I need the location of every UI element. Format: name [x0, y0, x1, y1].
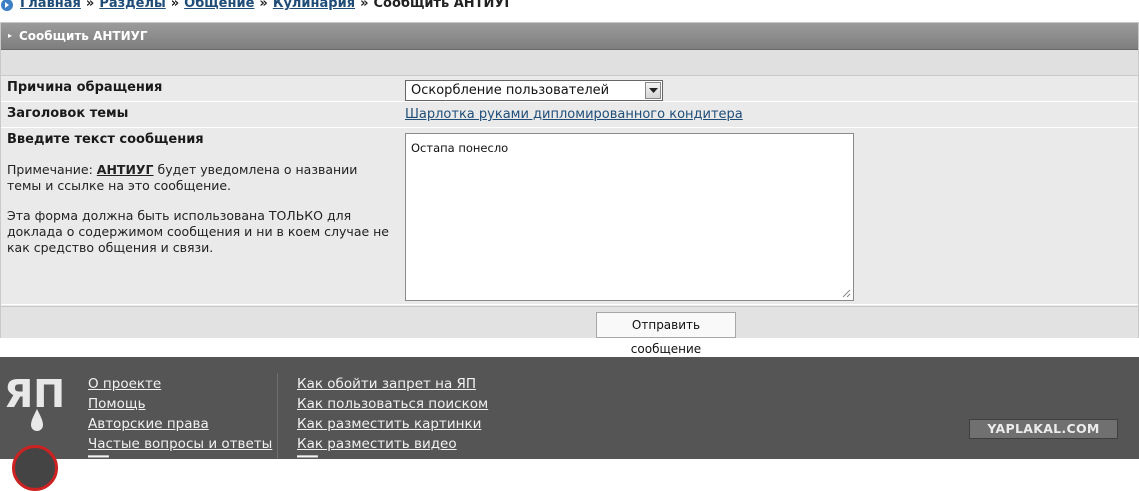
message-row: Введите текст сообщения Примечание: АНТИ… — [1, 129, 1138, 305]
footer-partial-link-2[interactable]: ▔▔ — [297, 454, 488, 464]
site-wordmark: YAPLAKAL.COM — [969, 419, 1118, 439]
breadcrumb-separator: » — [170, 0, 180, 11]
footer-link-about[interactable]: О проекте — [88, 374, 272, 394]
message-value-cell: Остапа понесло — [404, 129, 1138, 304]
submit-row: Отправить сообщение — [1, 306, 1138, 356]
footer-links-about: О проекте Помощь Авторские права Частые … — [88, 374, 272, 464]
footer-link-search-help[interactable]: Как пользоваться поиском — [297, 394, 488, 414]
message-textarea-value: Остапа понесло — [411, 141, 509, 155]
breadcrumb-current: Сообщить АНТИУГ — [373, 0, 513, 11]
topic-label-cell: Заголовок темы — [1, 103, 401, 127]
chevron-down-icon[interactable] — [645, 82, 661, 99]
footer-link-post-video[interactable]: Как разместить видео — [297, 434, 488, 454]
report-panel: ▸ Сообщить АНТИУГ Причина обращения Оско… — [0, 22, 1139, 356]
site-footer: ЯП О проекте Помощь Авторские права Част… — [0, 357, 1139, 491]
reason-row: Причина обращения Оскорбление пользовате… — [1, 77, 1138, 102]
breadcrumb-separator: » — [85, 0, 95, 11]
send-message-button[interactable]: Отправить сообщение — [596, 312, 736, 356]
breadcrumb-sections[interactable]: Разделы — [99, 0, 165, 11]
message-label-cell: Введите текст сообщения Примечание: АНТИ… — [1, 129, 401, 304]
triangle-right-icon: ▸ — [8, 31, 13, 40]
panel-title: Сообщить АНТИУГ — [19, 29, 148, 43]
footer-partial-link[interactable]: ▔▔ — [88, 454, 272, 464]
footer-links-howto: Как обойти запрет на ЯП Как пользоваться… — [297, 374, 488, 464]
breadcrumb-communication[interactable]: Общение — [184, 0, 254, 11]
breadcrumb-home[interactable]: Главная — [20, 0, 81, 11]
note-moderator-name[interactable]: АНТИУГ — [97, 162, 154, 177]
footer-divider — [277, 373, 278, 459]
reason-select[interactable]: Оскорбление пользователей — [405, 80, 663, 101]
footer-link-help[interactable]: Помощь — [88, 394, 272, 414]
reason-select-value: Оскорбление пользователей — [411, 83, 610, 98]
message-textarea[interactable]: Остапа понесло — [405, 133, 854, 301]
reason-label: Причина обращения — [7, 80, 163, 95]
footer-link-faq[interactable]: Частые вопросы и ответы — [88, 434, 272, 454]
footer-link-post-images[interactable]: Как разместить картинки — [297, 414, 488, 434]
breadcrumb: Главная » Разделы » Общение » Кулинария » Сообщи… — [0, 0, 1139, 16]
topic-value-cell: Шарлотка руками дипломированного кондите… — [404, 103, 1138, 127]
topic-label: Заголовок темы — [7, 106, 129, 121]
breadcrumb-cooking[interactable]: Кулинария — [273, 0, 355, 11]
breadcrumb-separator: » — [259, 0, 268, 11]
note-prefix: Примечание: — [7, 162, 97, 177]
reason-value-cell: Оскорбление пользователей — [404, 77, 1138, 101]
panel-spacer — [1, 50, 1138, 76]
footer-link-bypass-ban[interactable]: Как обойти запрет на ЯП — [297, 374, 488, 394]
site-logo-icon[interactable]: ЯП — [4, 373, 70, 433]
breadcrumb-separator: » — [360, 0, 369, 11]
panel-header: ▸ Сообщить АНТИУГ — [1, 23, 1138, 50]
topic-link[interactable]: Шарлотка руками дипломированного кондите… — [405, 107, 743, 123]
note-text: Примечание: АНТИУГ будет уведомлена о на… — [7, 162, 395, 194]
resize-grip-icon[interactable] — [842, 289, 851, 298]
footer-link-copyright[interactable]: Авторские права — [88, 414, 272, 434]
topic-row: Заголовок темы Шарлотка руками дипломиро… — [1, 103, 1138, 128]
home-bullet-icon — [1, 0, 13, 11]
badge-icon — [12, 445, 58, 491]
logo-text: ЯП — [4, 373, 65, 416]
reason-label-cell: Причина обращения — [1, 77, 401, 101]
message-label: Введите текст сообщения — [7, 132, 204, 147]
usage-warning: Эта форма должна быть использована ТОЛЬК… — [7, 208, 390, 255]
